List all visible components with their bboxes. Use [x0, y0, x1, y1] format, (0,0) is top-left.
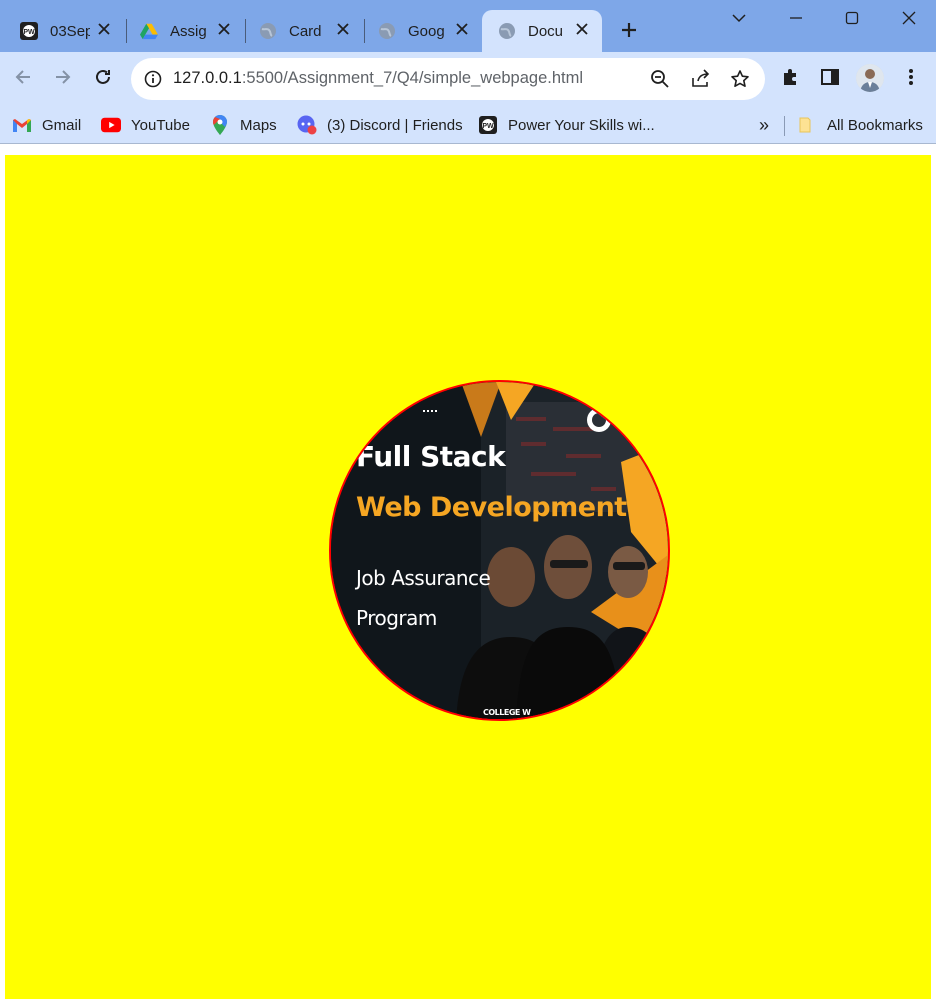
close-icon[interactable]	[335, 21, 351, 37]
tab-title: Card	[289, 22, 322, 40]
url-path: :5500/Assignment_7/Q4/simple_webpage.htm…	[241, 69, 584, 87]
bookmark-discord[interactable]: (3) Discord | Friends	[297, 113, 463, 137]
bookmark-gmail[interactable]: Gmail	[12, 113, 81, 137]
menu-icon[interactable]	[899, 65, 923, 89]
browser-toolbar: 127.0.0.1:5500/Assignment_7/Q4/simple_we…	[0, 52, 936, 106]
tab-title: Assig	[170, 22, 207, 40]
course-thumbnail-graphic	[331, 382, 668, 719]
circular-image: Full Stack Web Development Job Assurance…	[329, 380, 670, 721]
bookmarks-bar: Gmail YouTube Maps (3) Discord | Friends…	[0, 106, 936, 144]
discord-icon	[297, 115, 317, 135]
pw-logo-icon: PW	[20, 22, 38, 40]
side-panel-icon[interactable]	[818, 65, 842, 89]
folder-icon	[797, 115, 817, 135]
gmail-icon	[12, 115, 32, 135]
tab-assignment[interactable]: Assig	[120, 10, 244, 52]
thumbnail-badge: COLLEGE W	[483, 708, 531, 717]
bookmark-label: YouTube	[131, 116, 190, 134]
thumbnail-subtitle-line1: Job Assurance	[356, 566, 491, 590]
bookmark-youtube[interactable]: YouTube	[101, 113, 190, 137]
overflow-chevron-icon: »	[759, 114, 770, 135]
reload-icon	[96, 69, 110, 84]
arrow-left-icon	[15, 70, 30, 84]
youtube-icon	[101, 115, 121, 135]
plus-icon	[622, 23, 636, 37]
forward-button[interactable]	[51, 65, 75, 89]
share-icon[interactable]	[688, 67, 712, 91]
globe-icon	[259, 22, 277, 40]
page-viewport: Full Stack Web Development Job Assurance…	[0, 145, 936, 1004]
address-bar[interactable]: 127.0.0.1:5500/Assignment_7/Q4/simple_we…	[131, 58, 765, 100]
minimize-icon	[790, 17, 802, 19]
profile-avatar[interactable]	[856, 64, 884, 92]
site-info-icon[interactable]	[141, 67, 165, 91]
url-text[interactable]: 127.0.0.1:5500/Assignment_7/Q4/simple_we…	[173, 69, 583, 88]
tab-strip: PW 03Sep Assig Card Goog Docu	[0, 0, 936, 52]
bookmarks-divider	[784, 116, 785, 136]
globe-icon	[498, 22, 516, 40]
close-icon[interactable]	[216, 21, 232, 37]
svg-text:PW: PW	[23, 29, 35, 36]
tab-title: Goog	[408, 22, 445, 40]
chevron-down-icon	[732, 14, 746, 23]
close-icon[interactable]	[574, 21, 590, 37]
close-icon[interactable]	[454, 21, 470, 37]
tab-03sep[interactable]: PW 03Sep	[0, 10, 124, 52]
back-button[interactable]	[11, 65, 35, 89]
bookmark-label: All Bookmarks	[827, 116, 923, 134]
svg-text:PW: PW	[482, 123, 494, 130]
bookmark-label: (3) Discord | Friends	[327, 116, 463, 134]
bookmark-label: Gmail	[42, 116, 82, 134]
reload-button[interactable]	[91, 65, 115, 89]
zoom-icon[interactable]	[648, 67, 672, 91]
new-tab-button[interactable]	[617, 18, 641, 42]
arrow-right-icon	[56, 70, 71, 84]
tab-title: 03Sep	[50, 22, 90, 40]
extensions-icon[interactable]	[779, 65, 803, 89]
maximize-button[interactable]	[840, 6, 864, 30]
maps-icon	[210, 115, 230, 135]
thumbnail-title-line1: Full Stack	[356, 440, 506, 473]
bookmark-label: Maps	[240, 116, 277, 134]
bookmark-maps[interactable]: Maps	[210, 113, 277, 137]
all-bookmarks-button[interactable]: All Bookmarks	[797, 113, 923, 137]
tab-search-button[interactable]	[727, 6, 751, 30]
url-host: 127.0.0.1	[173, 69, 242, 87]
tab-document[interactable]: Docu	[482, 10, 602, 52]
thumbnail-subtitle-line2: Program	[356, 606, 437, 630]
bookmark-power-your-skills[interactable]: PW Power Your Skills wi...	[478, 113, 655, 137]
bookmark-label: Power Your Skills wi...	[508, 116, 655, 134]
bookmarks-overflow-button[interactable]: »	[759, 113, 769, 137]
thumbnail-title-line2: Web Development	[356, 492, 627, 523]
google-drive-icon	[140, 22, 158, 40]
close-window-button[interactable]	[897, 6, 921, 30]
pw-logo-icon: PW	[478, 115, 498, 135]
maximize-icon	[845, 11, 859, 25]
bookmark-star-icon[interactable]	[728, 67, 752, 91]
close-icon	[902, 11, 916, 25]
globe-icon	[378, 22, 396, 40]
tab-google[interactable]: Goog	[358, 10, 482, 52]
minimize-button[interactable]	[784, 6, 808, 30]
close-icon[interactable]	[96, 21, 112, 37]
tab-card[interactable]: Card	[239, 10, 363, 52]
page-body: Full Stack Web Development Job Assurance…	[5, 155, 931, 999]
tab-title: Docu	[528, 22, 564, 40]
